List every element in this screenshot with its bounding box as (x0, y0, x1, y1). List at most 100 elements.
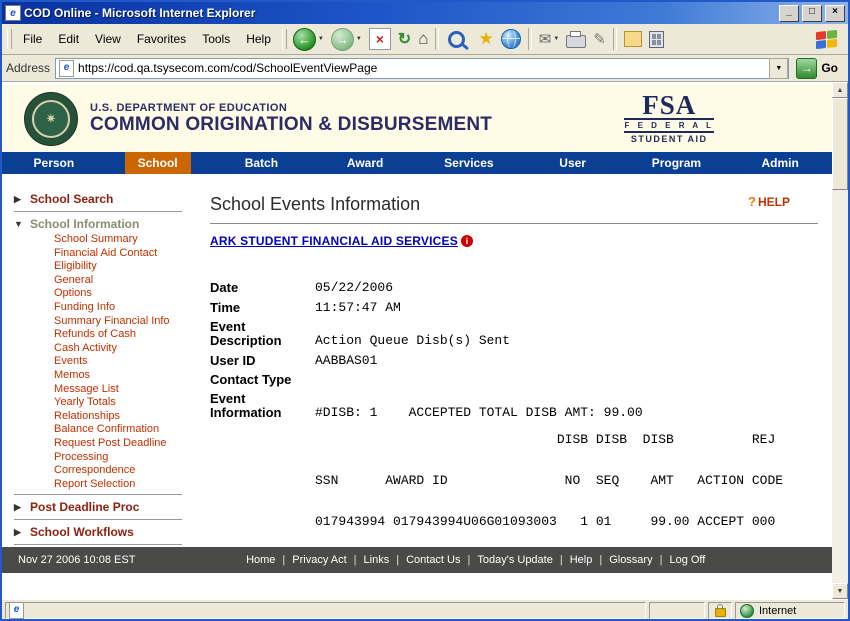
sidebar-item-school-information[interactable]: ▼ School Information (14, 215, 198, 233)
expanded-arrow-icon: ▼ (14, 219, 26, 229)
vertical-scrollbar: ▲ ▼ (832, 82, 848, 599)
collapsed-arrow-icon: ▶ (14, 502, 26, 513)
sidebar-item-post-deadline-proc[interactable]: ▶ Post Deadline Proc (14, 498, 198, 516)
messenger-button[interactable] (621, 29, 645, 49)
menu-view[interactable]: View (87, 28, 129, 50)
print-icon (566, 35, 586, 48)
nav-item-school[interactable]: School (106, 152, 210, 174)
info-icon[interactable]: i (461, 235, 473, 247)
sidebar-item-school-search[interactable]: ▶ School Search (14, 190, 198, 208)
field-value: Action Queue Disb(s) Sent (315, 333, 510, 348)
help-link[interactable]: ? HELP (748, 194, 790, 209)
toolbar-grip[interactable] (282, 29, 287, 49)
mail-button[interactable]: ✉ ▼ (536, 28, 563, 50)
sidebar-item-options[interactable]: Options (14, 287, 198, 301)
sidebar-item-yearly-totals[interactable]: Yearly Totals (14, 396, 198, 410)
nav-item-admin[interactable]: Admin (728, 152, 832, 174)
address-dropdown-button[interactable]: ▼ (769, 58, 788, 79)
sidebar-item-financial-aid-contact[interactable]: Financial Aid Contact (14, 247, 198, 261)
status-spacer-panel (649, 602, 705, 619)
edit-button[interactable]: ✎ (590, 28, 609, 50)
toolbar-grip[interactable] (7, 29, 12, 49)
nav-item-batch[interactable]: Batch (210, 152, 314, 174)
content-area: ▶ School Search ▼ School Information Sch… (2, 174, 832, 547)
footer-link-links[interactable]: Links (364, 554, 390, 566)
menu-help[interactable]: Help (238, 28, 279, 50)
footer-separator: | (282, 554, 285, 566)
home-button[interactable]: ⌂ (415, 27, 431, 51)
field-label: Event Information (210, 392, 315, 420)
close-button[interactable]: × (825, 5, 845, 22)
sidebar-item-report-selection[interactable]: Report Selection (14, 478, 198, 492)
go-button[interactable]: → Go (794, 58, 844, 79)
sidebar-item-relationships[interactable]: Relationships (14, 410, 198, 424)
forward-button[interactable]: → ▼ (328, 26, 365, 53)
footer-link-privacy-act[interactable]: Privacy Act (292, 554, 346, 566)
event-fields: Date 05/22/2006 Time 11:57:47 AM Event D… (210, 280, 818, 420)
menu-tools[interactable]: Tools (194, 28, 238, 50)
history-button[interactable] (498, 27, 524, 51)
sidebar-item-summary-financial-info[interactable]: Summary Financial Info (14, 315, 198, 329)
menu-edit[interactable]: Edit (50, 28, 87, 50)
toolbar: ← ▼ → ▼ × ↻ ⌂ ★ (290, 26, 812, 53)
address-url[interactable]: https://cod.qa.tsysecom.com/cod/SchoolEv… (78, 61, 769, 75)
help-question-icon: ? (748, 194, 756, 209)
main-panel: School Events Information ? HELP ARK STU… (198, 174, 832, 547)
sidebar-item-events[interactable]: Events (14, 355, 198, 369)
status-message-panel: e (5, 602, 646, 619)
edit-icon: ✎ (593, 30, 606, 48)
site-header: ✷ U.S. DEPARTMENT OF EDUCATION COMMON OR… (2, 82, 832, 152)
field-value: #DISB: 1 ACCEPTED TOTAL DISB AMT: 99.00 (315, 405, 643, 420)
nav-item-program[interactable]: Program (625, 152, 729, 174)
stop-button[interactable]: × (366, 26, 394, 52)
sidebar-item-refunds-of-cash[interactable]: Refunds of Cash (14, 328, 198, 342)
minimize-button[interactable]: _ (779, 5, 799, 22)
nav-item-award[interactable]: Award (313, 152, 417, 174)
field-event-information: Event Information #DISB: 1 ACCEPTED TOTA… (210, 392, 818, 420)
maximize-button[interactable]: □ (802, 5, 822, 22)
nav-item-person[interactable]: Person (2, 152, 106, 174)
home-icon: ⌂ (418, 29, 428, 49)
print-button[interactable] (563, 28, 589, 50)
school-name-link[interactable]: ARK STUDENT FINANCIAL AID SERVICES (210, 234, 458, 248)
sidebar-item-balance-confirmation[interactable]: Balance Confirmation (14, 423, 198, 437)
sidebar-item-eligibility[interactable]: Eligibility (14, 260, 198, 274)
sidebar-divider (14, 211, 182, 212)
address-input[interactable]: e https://cod.qa.tsysecom.com/cod/School… (55, 58, 789, 79)
scroll-down-button[interactable]: ▼ (832, 583, 848, 599)
scroll-up-button[interactable]: ▲ (832, 82, 848, 98)
footer-link-todays-update[interactable]: Today's Update (477, 554, 552, 566)
sidebar-item-request-post-deadline[interactable]: Request Post Deadline (14, 437, 198, 451)
footer-link-help[interactable]: Help (570, 554, 593, 566)
back-button[interactable]: ← ▼ (290, 26, 327, 53)
sidebar-item-funding-info[interactable]: Funding Info (14, 301, 198, 315)
sidebar-item-school-summary[interactable]: School Summary (14, 233, 198, 247)
sidebar-item-memos[interactable]: Memos (14, 369, 198, 383)
scrollbar-track[interactable] (832, 190, 848, 583)
sidebar-item-general[interactable]: General (14, 274, 198, 288)
sidebar-item-processing[interactable]: Processing (14, 451, 198, 465)
search-button[interactable] (443, 27, 474, 52)
field-label: User ID (210, 354, 315, 368)
sidebar-item-correspondence[interactable]: Correspondence (14, 464, 198, 478)
sidebar-item-cash-activity[interactable]: Cash Activity (14, 342, 198, 356)
favorites-button[interactable]: ★ (475, 27, 496, 51)
sidebar-divider (14, 544, 182, 545)
menu-favorites[interactable]: Favorites (129, 28, 194, 50)
footer-timestamp: Nov 27 2006 10:08 EST (18, 554, 135, 566)
scrollbar-thumb[interactable] (832, 98, 848, 190)
forward-icon: → (331, 28, 354, 51)
footer-link-glossary[interactable]: Glossary (609, 554, 652, 566)
nav-item-services[interactable]: Services (417, 152, 521, 174)
nav-item-user[interactable]: User (521, 152, 625, 174)
menu-file[interactable]: File (15, 28, 50, 50)
refresh-button[interactable]: ↻ (395, 27, 414, 51)
table-header-row-1: DISB DISB DISB REJ (315, 432, 818, 447)
footer-link-log-off[interactable]: Log Off (669, 554, 705, 566)
footer-link-contact-us[interactable]: Contact Us (406, 554, 460, 566)
field-contact-type: Contact Type (210, 373, 818, 387)
sidebar-item-message-list[interactable]: Message List (14, 383, 198, 397)
footer-link-home[interactable]: Home (246, 554, 275, 566)
discuss-button[interactable] (646, 29, 667, 50)
sidebar-item-school-workflows[interactable]: ▶ School Workflows (14, 523, 198, 541)
